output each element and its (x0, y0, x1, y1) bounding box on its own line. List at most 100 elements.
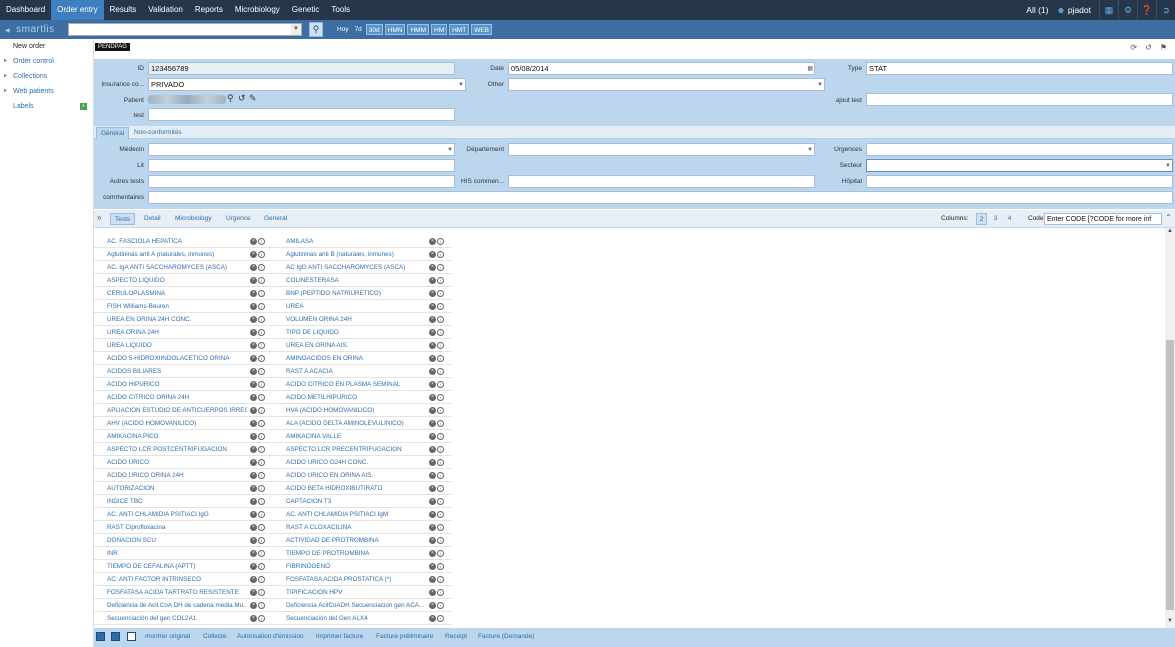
expand-icon[interactable]: » (97, 213, 101, 222)
test-name-link[interactable]: AC IgG ANTI SACCHAROMYCES (ASCA) (286, 261, 426, 274)
chevron-down-icon[interactable]: ▼ (1165, 160, 1171, 171)
test-name-link[interactable]: ACIDO URICO EN ORINA AIS. (286, 469, 426, 482)
tab-tests[interactable]: Tests (110, 213, 136, 225)
info-icon[interactable]: i (258, 550, 265, 557)
test-name-link[interactable]: ACIDO CITRICO EN PLASMA SEMINAL (286, 378, 426, 391)
remove-icon[interactable]: × (250, 459, 257, 466)
test-name-link[interactable]: ACIDO URICO ORINA 24H (107, 469, 247, 482)
info-icon[interactable]: i (437, 433, 444, 440)
test-name-link[interactable]: AMILASA (286, 235, 426, 248)
remove-icon[interactable]: × (250, 394, 257, 401)
refresh-icon[interactable]: ⟳ (1130, 43, 1137, 52)
test-name-link[interactable]: UREA ORINA 24H (107, 326, 247, 339)
remove-icon[interactable]: × (250, 407, 257, 414)
show-original-button[interactable]: montrer original (145, 633, 190, 640)
test-name-link[interactable]: INR (107, 547, 247, 560)
remove-icon[interactable]: × (429, 576, 436, 583)
sidebar-item-order-control[interactable]: ▸ Order control (0, 54, 93, 69)
info-icon[interactable]: i (258, 472, 265, 479)
chevron-down-icon[interactable]: ▼ (291, 24, 301, 35)
commentaires-field[interactable] (148, 191, 1173, 204)
columns-3-button[interactable]: 3 (990, 213, 1001, 225)
info-icon[interactable]: i (437, 511, 444, 518)
departement-select[interactable]: ▼ (508, 143, 815, 156)
test-field[interactable] (148, 108, 455, 121)
filter-7d[interactable]: 7d (353, 24, 364, 35)
filter-hm[interactable]: HM (431, 24, 448, 35)
info-icon[interactable]: i (258, 615, 265, 622)
remove-icon[interactable]: × (429, 264, 436, 271)
remove-icon[interactable]: × (429, 563, 436, 570)
test-name-link[interactable]: TIEMPO DE PROTROMBINA (286, 547, 426, 560)
info-icon[interactable]: i (258, 537, 265, 544)
gear-icon[interactable]: ⚙ (1118, 0, 1137, 20)
remove-icon[interactable]: × (429, 368, 436, 375)
scrollbar-thumb[interactable] (1166, 340, 1174, 610)
remove-icon[interactable]: × (429, 238, 436, 245)
receipt-button[interactable]: Receipt (445, 633, 467, 640)
insurance-select[interactable]: PRIVADO ▼ (148, 78, 466, 91)
collecte-button[interactable]: Collecte (203, 633, 226, 640)
info-icon[interactable]: i (437, 524, 444, 531)
test-name-link[interactable]: AMINOACIDOS EN ORINA (286, 352, 426, 365)
test-name-link[interactable]: AMIKACINA VALLE (286, 430, 426, 443)
date-field[interactable]: 05/08/2014 ▦ (508, 62, 815, 75)
nav-genetic[interactable]: Genetic (286, 0, 326, 20)
test-name-link[interactable]: Deficiencia AcilCoADH.Secuenciacion gen … (286, 599, 426, 612)
test-name-link[interactable]: INDICE TBC (107, 495, 247, 508)
reset-icon[interactable]: ↺ (238, 93, 246, 104)
info-icon[interactable]: i (258, 589, 265, 596)
test-name-link[interactable]: AC. ANTI CHLAMIDIA PSITIACI IgM (286, 508, 426, 521)
patient-search-input[interactable]: ▼ (68, 23, 302, 36)
info-icon[interactable]: i (258, 355, 265, 362)
info-icon[interactable]: i (258, 524, 265, 531)
test-name-link[interactable]: ACIDO METILHIPURICO (286, 391, 426, 404)
info-icon[interactable]: i (437, 316, 444, 323)
info-icon[interactable]: i (258, 459, 265, 466)
test-name-link[interactable]: ACIDO CITRICO ORINA 24H (107, 391, 247, 404)
remove-icon[interactable]: × (429, 602, 436, 609)
remove-icon[interactable]: × (250, 251, 257, 258)
info-icon[interactable]: i (437, 329, 444, 336)
calendar-icon[interactable]: ▦ (807, 63, 813, 74)
test-name-link[interactable]: TIPO DE LIQUIDO (286, 326, 426, 339)
scroll-down-icon[interactable]: ▼ (1165, 618, 1175, 628)
test-name-link[interactable]: BNP (PEPTIDO NATRIURETICO) (286, 287, 426, 300)
test-name-link[interactable]: APLIACION ESTUDIO DE ANTICUERPOS IRREG..… (107, 404, 247, 417)
test-name-link[interactable]: CAPTACION T3 (286, 495, 426, 508)
remove-icon[interactable]: × (250, 550, 257, 557)
info-icon[interactable]: i (258, 238, 265, 245)
id-field[interactable]: 123456789 (148, 62, 455, 75)
remove-icon[interactable]: × (429, 485, 436, 492)
remove-icon[interactable]: × (429, 277, 436, 284)
info-icon[interactable]: i (258, 251, 265, 258)
info-icon[interactable]: i (258, 433, 265, 440)
remove-icon[interactable]: × (250, 264, 257, 271)
remove-icon[interactable]: × (429, 524, 436, 531)
info-icon[interactable]: i (437, 290, 444, 297)
search-button[interactable]: ⚲ (309, 22, 323, 37)
remove-icon[interactable]: × (429, 342, 436, 349)
info-icon[interactable]: i (437, 264, 444, 271)
test-name-link[interactable]: VOLUMEN ORINA 24H (286, 313, 426, 326)
test-name-link[interactable]: RAST A ACACIA (286, 365, 426, 378)
test-name-link[interactable]: FOSFATASA ACIDA PROSTATICA (*) (286, 573, 426, 586)
nav-validation[interactable]: Validation (142, 0, 189, 20)
info-icon[interactable]: i (437, 498, 444, 505)
tab-general-tests[interactable]: General (260, 213, 291, 225)
info-icon[interactable]: i (437, 563, 444, 570)
secteur-select[interactable]: ▼ (866, 159, 1173, 172)
his-comment-field[interactable] (508, 175, 815, 188)
emission-button[interactable]: Autorisation d'émission (237, 633, 304, 640)
remove-icon[interactable]: × (250, 524, 257, 531)
info-icon[interactable]: i (437, 589, 444, 596)
preliminary-invoice-button[interactable]: Facture préliminaire (376, 633, 433, 640)
remove-icon[interactable]: × (429, 550, 436, 557)
other-select[interactable]: ▼ (508, 78, 825, 91)
lit-field[interactable] (148, 159, 455, 172)
test-name-link[interactable]: AC. ANTI CHLAMIDIA PSITIACI IgG (107, 508, 247, 521)
remove-icon[interactable]: × (250, 329, 257, 336)
remove-icon[interactable]: × (429, 290, 436, 297)
info-icon[interactable]: i (258, 485, 265, 492)
save-as-icon[interactable] (111, 632, 120, 641)
